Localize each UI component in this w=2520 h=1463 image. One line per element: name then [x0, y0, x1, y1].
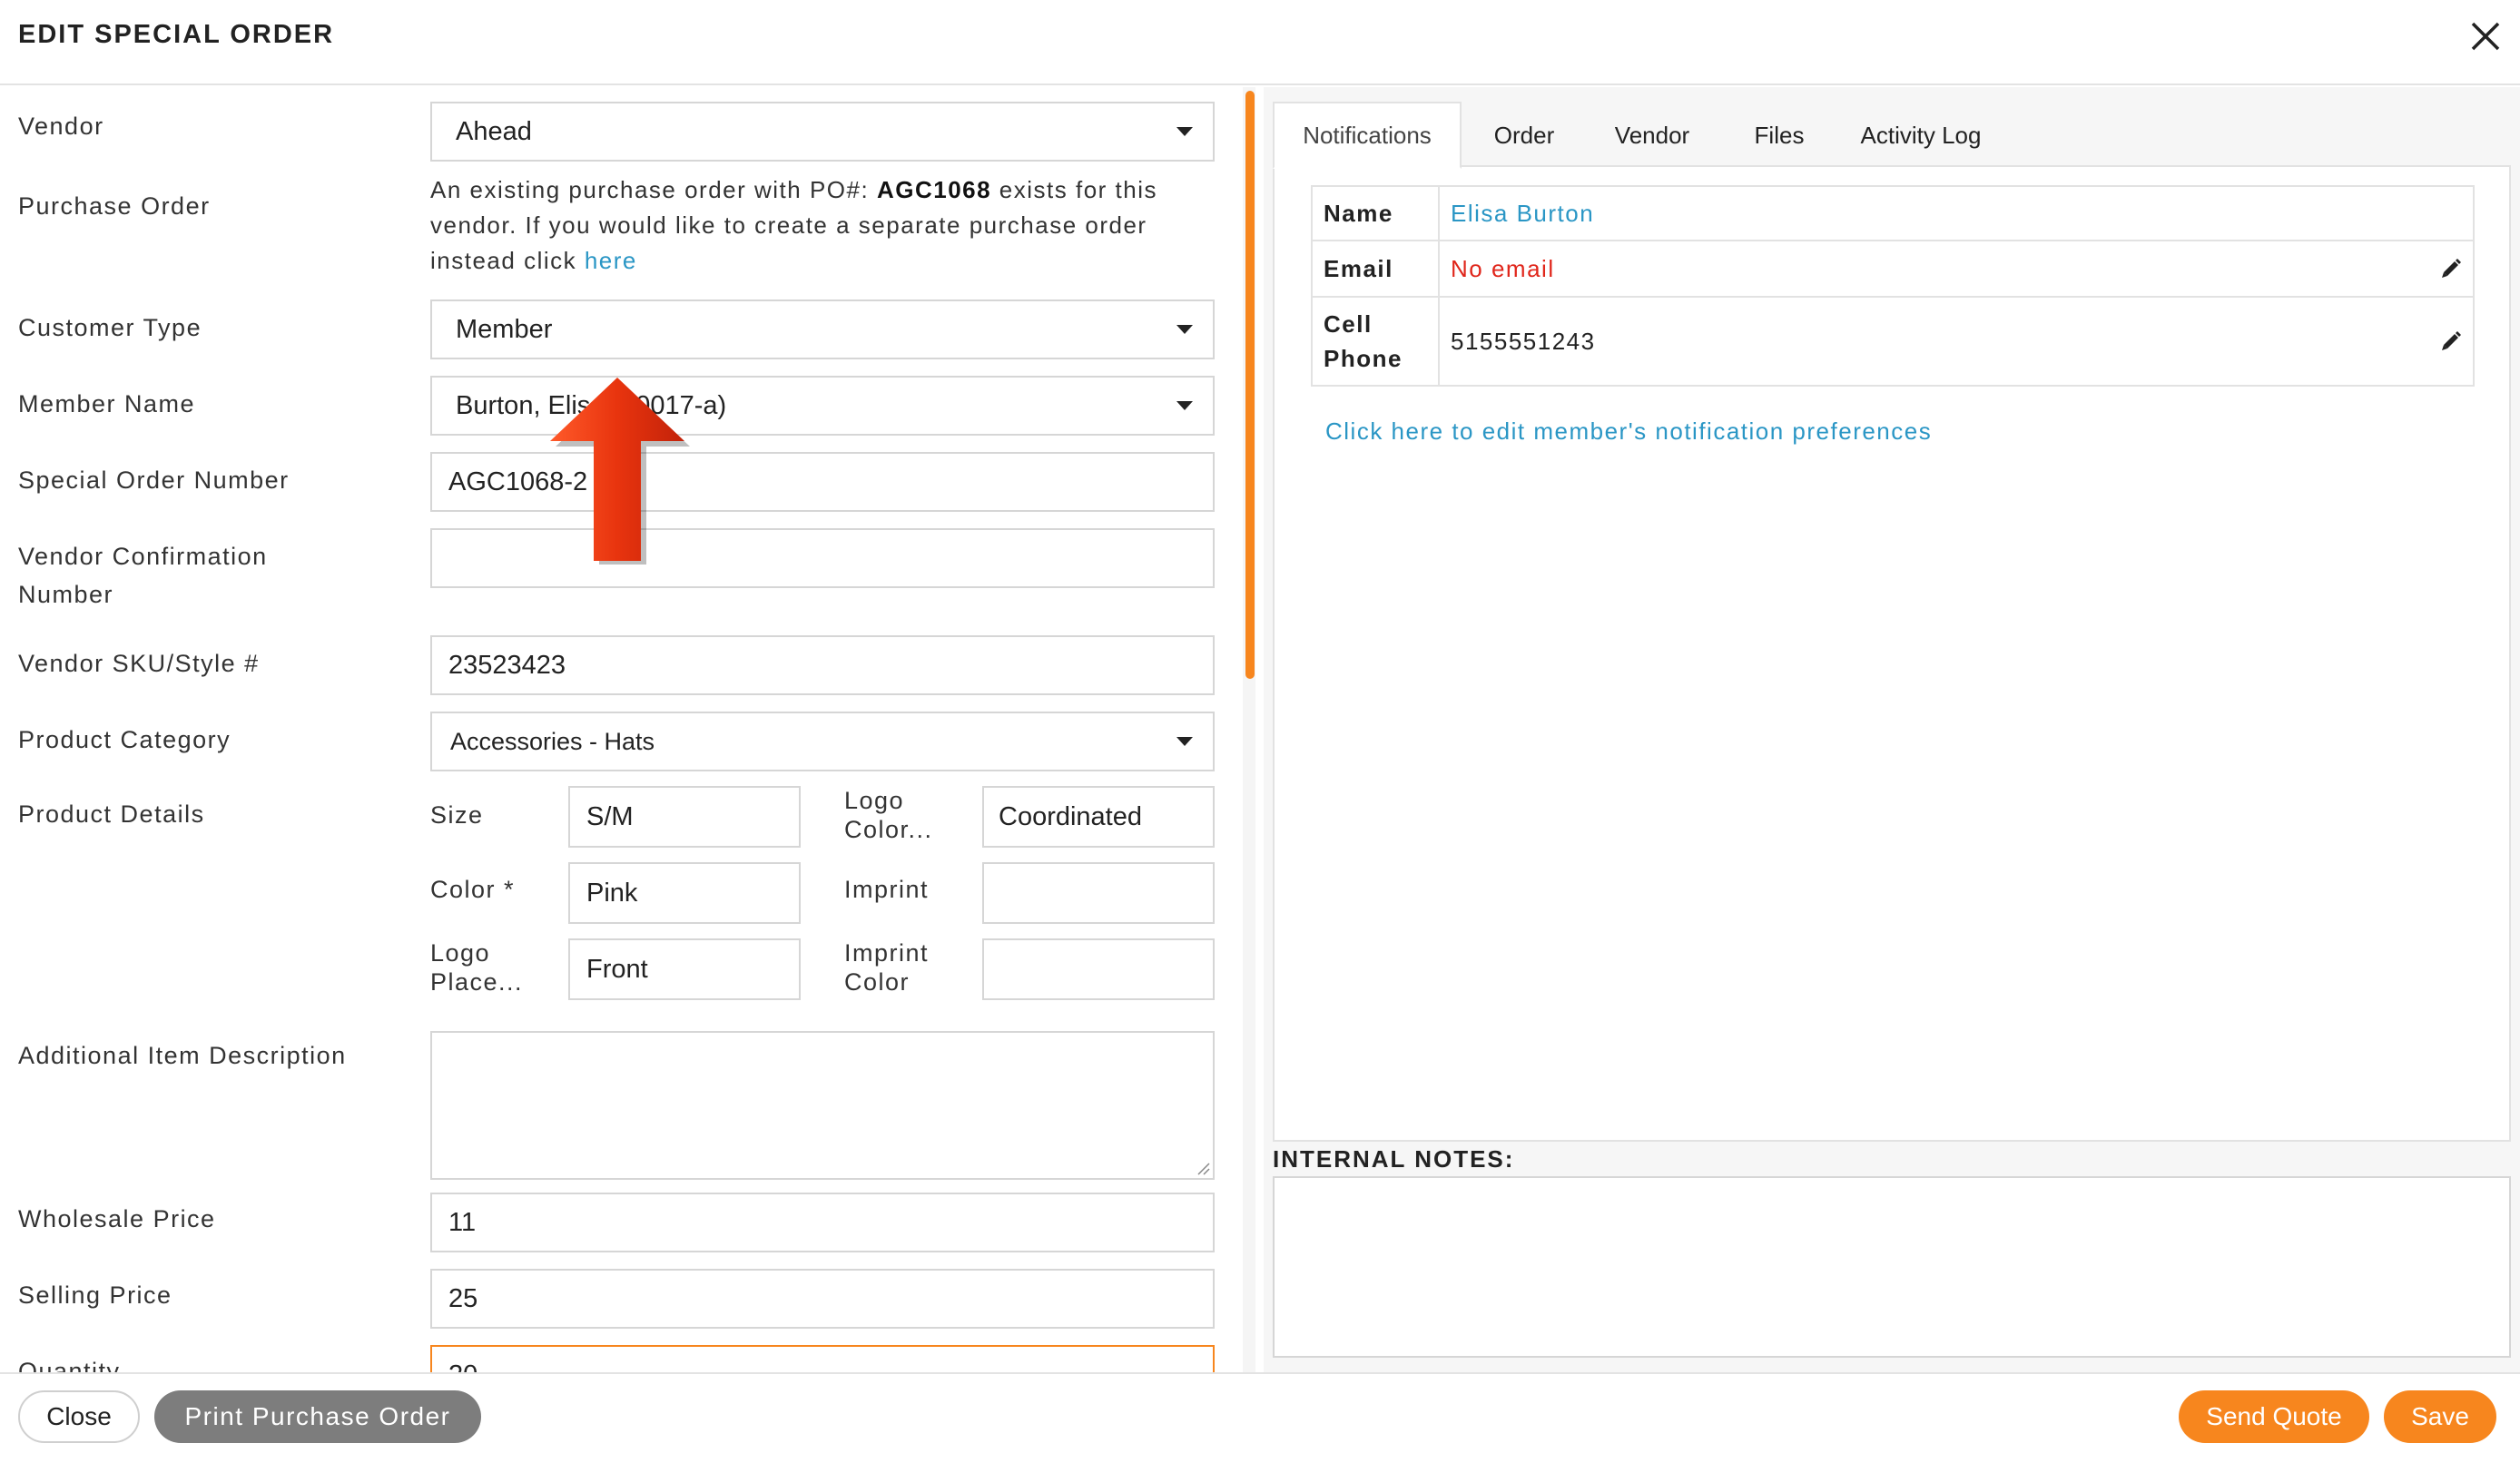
size-label: Size: [430, 801, 484, 829]
special-order-number-label: Special Order Number: [18, 466, 290, 494]
tab-notifications[interactable]: Notifications: [1273, 102, 1462, 169]
vendor-select[interactable]: Ahead: [430, 102, 1215, 162]
cell-phone-value: 5155551243: [1451, 327, 1596, 355]
purchase-order-notice: An existing purchase order with PO#: AGC…: [430, 176, 1158, 274]
quantity-input[interactable]: 20: [430, 1345, 1215, 1372]
dialog-header: EDIT SPECIAL ORDER: [0, 0, 2520, 85]
cell-phone-key: Cell Phone: [1311, 296, 1440, 387]
logo-color-input[interactable]: Coordinated: [982, 786, 1215, 848]
tab-activity-log[interactable]: Activity Log: [1848, 102, 1993, 169]
product-category-value: Accessories - Hats: [450, 727, 655, 755]
tab-vendor[interactable]: Vendor: [1598, 102, 1707, 169]
color-label: Color *: [430, 876, 516, 903]
additional-description-textarea[interactable]: [430, 1031, 1215, 1180]
imprint-color-label: Imprint Color: [844, 939, 930, 996]
table-row: Cell Phone 5155551243: [1311, 296, 2475, 387]
name-key: Name: [1311, 185, 1440, 241]
cell-phone-cell: 5155551243: [1438, 296, 2475, 387]
imprint-input[interactable]: [982, 862, 1215, 924]
additional-description-label: Additional Item Description: [18, 1042, 347, 1069]
email-value: No email: [1451, 254, 1555, 282]
chevron-down-icon: [1176, 127, 1193, 136]
vendor-sku-input[interactable]: 23523423: [430, 635, 1215, 695]
order-form: Vendor Ahead Purchase Order An existing …: [0, 87, 1240, 1372]
vendor-select-value: Ahead: [456, 116, 532, 146]
vendor-label: Vendor: [18, 113, 104, 140]
save-button[interactable]: Save: [2384, 1390, 2496, 1443]
color-input[interactable]: Pink: [568, 862, 801, 924]
create-separate-po-link[interactable]: here: [585, 247, 637, 274]
internal-notes-title: INTERNAL NOTES:: [1273, 1145, 1515, 1173]
chevron-down-icon: [1176, 737, 1193, 746]
dialog-title: EDIT SPECIAL ORDER: [18, 20, 335, 49]
product-category-select[interactable]: Accessories - Hats: [430, 712, 1215, 771]
po-number: AGC1068: [876, 176, 992, 203]
internal-notes-input[interactable]: [1273, 1176, 2511, 1358]
print-purchase-order-button[interactable]: Print Purchase Order: [154, 1390, 481, 1443]
notification-preferences-link[interactable]: Click here to edit member's notification…: [1325, 417, 1932, 446]
chevron-down-icon: [1176, 325, 1193, 334]
tab-files[interactable]: Files: [1734, 102, 1825, 169]
vendor-confirmation-label: Vendor Confirmation Number: [18, 543, 268, 608]
wholesale-price-input[interactable]: 11: [430, 1193, 1215, 1252]
member-name-label: Member Name: [18, 390, 196, 417]
email-cell: No email: [1438, 240, 2475, 298]
send-quote-button[interactable]: Send Quote: [2179, 1390, 2369, 1443]
close-icon[interactable]: [2466, 16, 2505, 56]
tab-order[interactable]: Order: [1474, 102, 1574, 169]
red-arrow-icon: [550, 378, 690, 565]
customer-type-select[interactable]: Member: [430, 299, 1215, 359]
close-button[interactable]: Close: [18, 1390, 140, 1443]
quantity-label: Quantity: [18, 1358, 121, 1372]
product-details-label: Product Details: [18, 800, 205, 828]
resize-handle-icon[interactable]: [1196, 1162, 1211, 1176]
table-row: Email No email: [1311, 240, 2475, 298]
pencil-icon[interactable]: [2438, 329, 2464, 354]
logo-placement-label: Logo Place...: [430, 939, 524, 996]
size-input[interactable]: S/M: [568, 786, 801, 848]
email-key: Email: [1311, 240, 1440, 298]
logo-color-label: Logo Color...: [844, 787, 933, 843]
imprint-label: Imprint: [844, 876, 930, 903]
vendor-sku-label: Vendor SKU/Style #: [18, 650, 260, 677]
pencil-icon[interactable]: [2438, 256, 2464, 281]
notification-table: Name Elisa Burton Email No email Cell Ph…: [1311, 185, 2475, 387]
form-scrollbar-thumb[interactable]: [1245, 91, 1255, 679]
customer-type-label: Customer Type: [18, 314, 202, 341]
product-category-label: Product Category: [18, 726, 231, 753]
member-name-link[interactable]: Elisa Burton: [1438, 185, 2475, 241]
selling-price-input[interactable]: 25: [430, 1269, 1215, 1329]
customer-type-value: Member: [456, 314, 553, 344]
chevron-down-icon: [1176, 401, 1193, 410]
imprint-color-input[interactable]: [982, 938, 1215, 1000]
purchase-order-label: Purchase Order: [18, 192, 211, 220]
logo-placement-input[interactable]: Front: [568, 938, 801, 1000]
selling-price-label: Selling Price: [18, 1281, 172, 1309]
wholesale-price-label: Wholesale Price: [18, 1205, 216, 1232]
table-row: Name Elisa Burton: [1311, 185, 2475, 241]
